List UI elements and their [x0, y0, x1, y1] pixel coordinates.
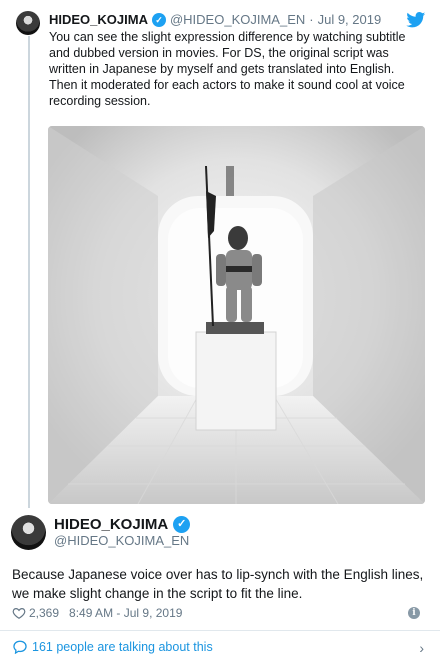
parent-tweet-header: HIDEO_KOJIMA ✓ @HIDEO_KOJIMA_EN · Jul 9,… [49, 12, 381, 27]
divider [0, 630, 440, 631]
tweet-photo[interactable] [48, 126, 425, 504]
like-count[interactable]: 2,369 [29, 606, 59, 620]
author-name[interactable]: HIDEO_KOJIMA [49, 12, 148, 27]
tweet-date[interactable]: Jul 9, 2019 [318, 12, 382, 27]
info-icon[interactable]: i [408, 607, 420, 619]
author-name[interactable]: HIDEO_KOJIMA [54, 516, 168, 533]
conversation-label: 161 people are talking about this [32, 640, 213, 654]
separator: · [309, 12, 314, 27]
parent-tweet[interactable]: HIDEO_KOJIMA ✓ @HIDEO_KOJIMA_EN · Jul 9,… [0, 0, 440, 508]
main-tweet-text: Because Japanese voice over has to lip-s… [12, 567, 424, 601]
tweet-meta: 2,369 8:49 AM - Jul 9, 2019 i [12, 604, 428, 622]
twitter-bird-icon[interactable] [406, 12, 426, 28]
verified-badge-icon: ✓ [173, 516, 191, 533]
author-handle[interactable]: @HIDEO_KOJIMA_EN [170, 12, 305, 27]
thread-line [28, 36, 30, 508]
avatar[interactable] [16, 11, 40, 35]
verified-badge-icon: ✓ [151, 12, 166, 27]
tweet-timestamp[interactable]: 8:49 AM - Jul 9, 2019 [69, 606, 182, 620]
speech-bubble-icon [13, 640, 27, 654]
chevron-right-icon[interactable]: › [419, 640, 424, 656]
heart-icon[interactable] [12, 606, 26, 620]
avatar[interactable] [11, 515, 46, 550]
conversation-link[interactable]: 161 people are talking about this › [12, 640, 428, 656]
main-tweet-header: HIDEO_KOJIMA ✓ [54, 516, 191, 533]
author-handle[interactable]: @HIDEO_KOJIMA_EN [54, 533, 189, 548]
parent-tweet-text: You can see the slight expression differ… [49, 30, 406, 108]
